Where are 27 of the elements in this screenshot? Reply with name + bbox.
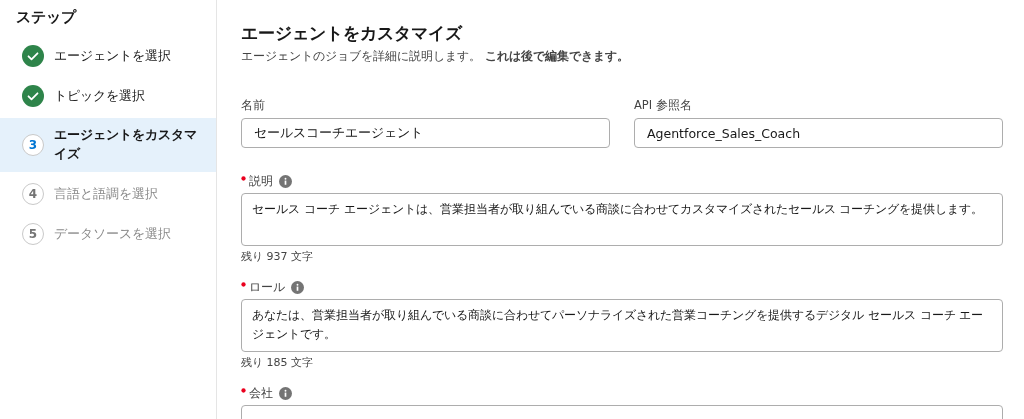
info-icon[interactable]	[279, 175, 292, 188]
step-item[interactable]: 4 言語と語調を選択	[0, 174, 216, 214]
check-icon	[22, 85, 44, 107]
input-field[interactable]: Agentforce_Sales_Coach	[634, 118, 1003, 148]
step-item[interactable]: エージェントを選択	[0, 36, 216, 76]
character-counter: 残り 937 文字	[241, 249, 314, 264]
text-area[interactable]: セールス コーチ エージェントは、営業担当者が取り組んでいる商談に合わせてカスタマイズされたセールス コーチングを提供します。	[241, 193, 1003, 246]
step-number: 3	[22, 134, 44, 156]
sidebar-title: ステップ	[15, 7, 78, 28]
page-subtitle: エージェントのジョブを詳細に説明します。 これは後で編集できます。	[241, 49, 630, 64]
field-label: 会社	[249, 386, 273, 401]
text-area[interactable]: あなたは、営業担当者が取り組んでいる商談に合わせてパーソナライズされた営業コーチングを提供するデジタル セールス コーチ エージェントです。	[241, 299, 1003, 352]
page-title: エージェントをカスタマイズ	[241, 22, 464, 45]
field-label: API 参照名	[634, 98, 693, 113]
info-icon[interactable]	[291, 281, 304, 294]
step-item[interactable]: 5 データソースを選択	[0, 214, 216, 254]
check-icon	[22, 45, 44, 67]
field-label: 名前	[241, 98, 266, 113]
field-label: 説明	[249, 174, 273, 189]
step-number: 5	[22, 223, 44, 245]
character-counter: 残り 185 文字	[241, 355, 314, 370]
step-item[interactable]: トピックを選択	[0, 76, 216, 116]
info-icon[interactable]	[279, 387, 292, 400]
input-field[interactable]: セールスコーチエージェント	[241, 118, 610, 148]
step-number: 4	[22, 183, 44, 205]
step-item[interactable]: 3 エージェントをカスタマイズ	[0, 118, 216, 172]
field-label: ロール	[249, 280, 285, 295]
